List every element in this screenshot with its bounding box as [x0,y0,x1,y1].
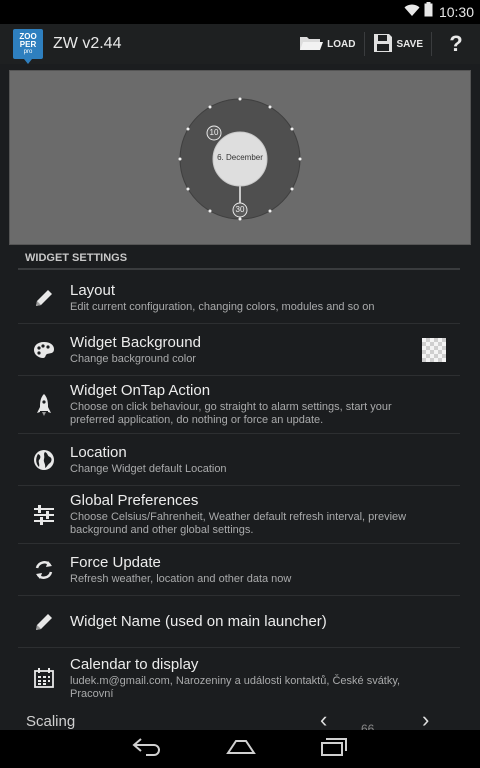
section-header: WIDGET SETTINGS [18,250,460,270]
setting-title: Calendar to display [70,655,199,673]
setting-summary: Change background color [70,352,196,365]
calendar-icon [32,666,56,690]
widget-badge-bottom: 30 [235,205,245,214]
widget-preview[interactable]: 6. December 10 30 [9,70,471,245]
setting-ontap-action[interactable]: Widget OnTap Action Choose on click beha… [18,376,460,434]
rocket-icon [32,393,56,417]
clock: 10:30 [438,4,474,20]
setting-title: Layout [70,281,116,299]
refresh-icon [32,558,56,582]
save-label: SAVE [396,38,424,50]
setting-summary: Choose Celsius/Fahrenheit, Weather defau… [70,511,407,536]
setting-summary: Choose on click behaviour, go straight t… [70,401,392,426]
setting-widget-background[interactable]: Widget Background Change background colo… [18,324,460,376]
settings-list: Layout Edit current configuration, chang… [18,272,460,708]
globe-icon [32,448,56,472]
battery-icon [424,2,433,22]
logo-line: pro [23,48,33,55]
setting-title: Global Preferences [70,492,199,509]
setting-layout[interactable]: Layout Edit current configuration, chang… [18,272,460,324]
setting-title: Force Update [70,553,161,571]
setting-scaling[interactable]: Scaling ‹ 66 › [18,704,460,730]
app-logo[interactable]: ZOO PER pro [13,29,43,64]
app-title: ZW v2.44 [53,35,122,52]
wifi-icon [404,3,420,22]
recents-icon[interactable] [320,737,348,762]
sliders-icon [32,503,56,527]
help-button[interactable]: ? [432,24,480,64]
setting-title: Widget Background [70,333,201,351]
chevron-left-icon[interactable]: ‹ [320,707,327,730]
save-button[interactable]: SAVE [365,24,432,64]
setting-summary: ludek.m@gmail.com, Narozeniny a události… [70,674,401,700]
setting-title: Widget OnTap Action [70,382,211,399]
pencil-icon [32,286,56,310]
setting-calendar[interactable]: Calendar to display ludek.m@gmail.com, N… [18,648,460,708]
navigation-bar [0,730,480,768]
back-icon[interactable] [132,737,162,761]
load-button[interactable]: LOAD [291,24,363,64]
load-label: LOAD [327,38,356,50]
floppy-icon [373,33,393,56]
setting-summary: Change Widget default Location [70,462,227,475]
setting-location[interactable]: Location Change Widget default Location [18,434,460,486]
background-color-swatch[interactable] [422,337,446,362]
setting-summary: Refresh weather, location and other data… [70,572,292,585]
setting-title: Location [70,443,127,461]
scaling-label: Scaling [26,713,76,730]
action-bar: ZOO PER pro ZW v2.44 LOAD SAVE ? [0,24,480,64]
palette-icon [32,338,56,362]
widget-date: 6. December [217,153,263,162]
status-bar: 10:30 [0,0,480,24]
widget-badge-top: 10 [209,128,219,137]
pencil-icon [32,610,56,634]
home-icon[interactable] [226,739,256,760]
folder-icon [299,34,324,55]
chevron-right-icon[interactable]: › [422,707,429,730]
setting-title: Widget Name (used on main launcher) [70,612,327,630]
setting-global-preferences[interactable]: Global Preferences Choose Celsius/Fahren… [18,486,460,544]
logo-line: PER [19,39,37,49]
setting-widget-name[interactable]: Widget Name (used on main launcher) [18,596,460,648]
setting-force-update[interactable]: Force Update Refresh weather, location a… [18,544,460,596]
scaling-value: 66 [361,722,375,730]
setting-summary: Edit current configuration, changing col… [70,300,375,313]
